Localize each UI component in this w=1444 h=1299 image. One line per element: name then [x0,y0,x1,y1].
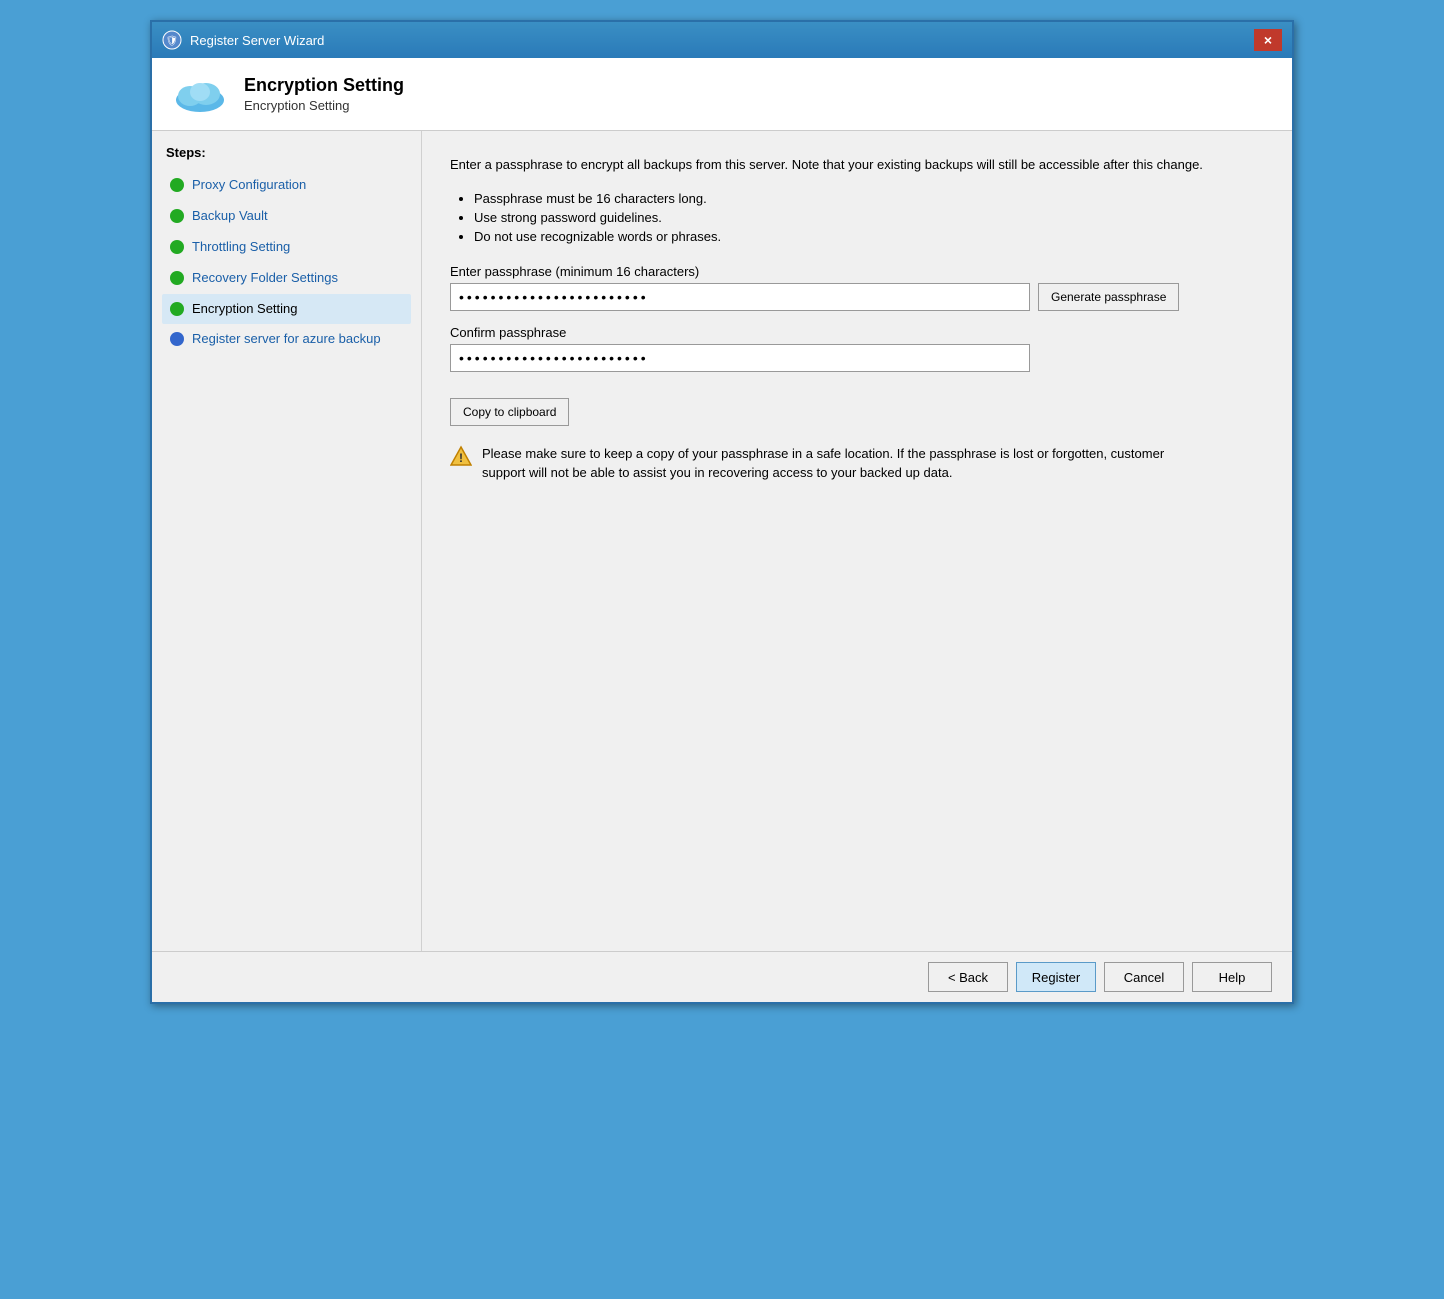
sidebar-item-label: Encryption Setting [192,301,298,318]
confirm-field-group: Confirm passphrase [450,325,1264,372]
sidebar-item-label: Backup Vault [192,208,268,225]
sidebar-item-encryption-setting[interactable]: Encryption Setting [162,294,411,325]
header-title: Encryption Setting [244,75,404,96]
help-button[interactable]: Help [1192,962,1272,992]
generate-passphrase-button[interactable]: Generate passphrase [1038,283,1179,311]
sidebar-item-label: Register server for azure backup [192,331,381,348]
sidebar-item-label: Recovery Folder Settings [192,270,338,287]
steps-label: Steps: [162,145,411,160]
sidebar-item-recovery-folder-settings[interactable]: Recovery Folder Settings [162,263,411,294]
dot-icon [170,302,184,316]
copy-to-clipboard-button[interactable]: Copy to clipboard [450,398,569,426]
sidebar-item-throttling-setting[interactable]: Throttling Setting [162,232,411,263]
warning-box: ! Please make sure to keep a copy of you… [450,444,1210,483]
passphrase-field-group: Enter passphrase (minimum 16 characters)… [450,264,1264,311]
header-area: Encryption Setting Encryption Setting [152,58,1292,131]
dot-icon [170,332,184,346]
sidebar: Steps: Proxy Configuration Backup Vault … [152,131,422,951]
dot-icon [170,240,184,254]
bullet-list: Passphrase must be 16 characters long. U… [450,191,1264,244]
window-title: Register Server Wizard [190,33,324,48]
main-window: 🛡 Register Server Wizard × Encryption Se… [150,20,1294,1004]
sidebar-item-label: Proxy Configuration [192,177,306,194]
header-subtitle: Encryption Setting [244,98,404,113]
register-button[interactable]: Register [1016,962,1096,992]
passphrase-input[interactable] [450,283,1030,311]
bullet-item-3: Do not use recognizable words or phrases… [474,229,1264,244]
title-bar-left: 🛡 Register Server Wizard [162,30,324,50]
sidebar-item-proxy-configuration[interactable]: Proxy Configuration [162,170,411,201]
title-bar: 🛡 Register Server Wizard × [152,22,1292,58]
confirm-label: Confirm passphrase [450,325,1264,340]
content-description: Enter a passphrase to encrypt all backup… [450,155,1264,175]
app-icon: 🛡 [162,30,182,50]
main-body: Steps: Proxy Configuration Backup Vault … [152,131,1292,951]
confirm-passphrase-input[interactable] [450,344,1030,372]
warning-icon: ! [450,445,472,467]
cancel-button[interactable]: Cancel [1104,962,1184,992]
footer-bar: < Back Register Cancel Help [152,951,1292,1002]
header-text: Encryption Setting Encryption Setting [244,75,404,113]
svg-text:🛡: 🛡 [166,35,179,47]
dot-icon [170,209,184,223]
close-button[interactable]: × [1254,29,1282,51]
passphrase-label: Enter passphrase (minimum 16 characters) [450,264,1264,279]
passphrase-row: Generate passphrase [450,283,1264,311]
cloud-icon [172,72,228,116]
sidebar-item-backup-vault[interactable]: Backup Vault [162,201,411,232]
content-area: Enter a passphrase to encrypt all backup… [422,131,1292,951]
warning-text: Please make sure to keep a copy of your … [482,444,1210,483]
sidebar-item-register-server[interactable]: Register server for azure backup [162,324,411,355]
dot-icon [170,178,184,192]
dot-icon [170,271,184,285]
bullet-item-1: Passphrase must be 16 characters long. [474,191,1264,206]
sidebar-item-label: Throttling Setting [192,239,290,256]
bullet-item-2: Use strong password guidelines. [474,210,1264,225]
svg-text:!: ! [459,451,463,465]
back-button[interactable]: < Back [928,962,1008,992]
